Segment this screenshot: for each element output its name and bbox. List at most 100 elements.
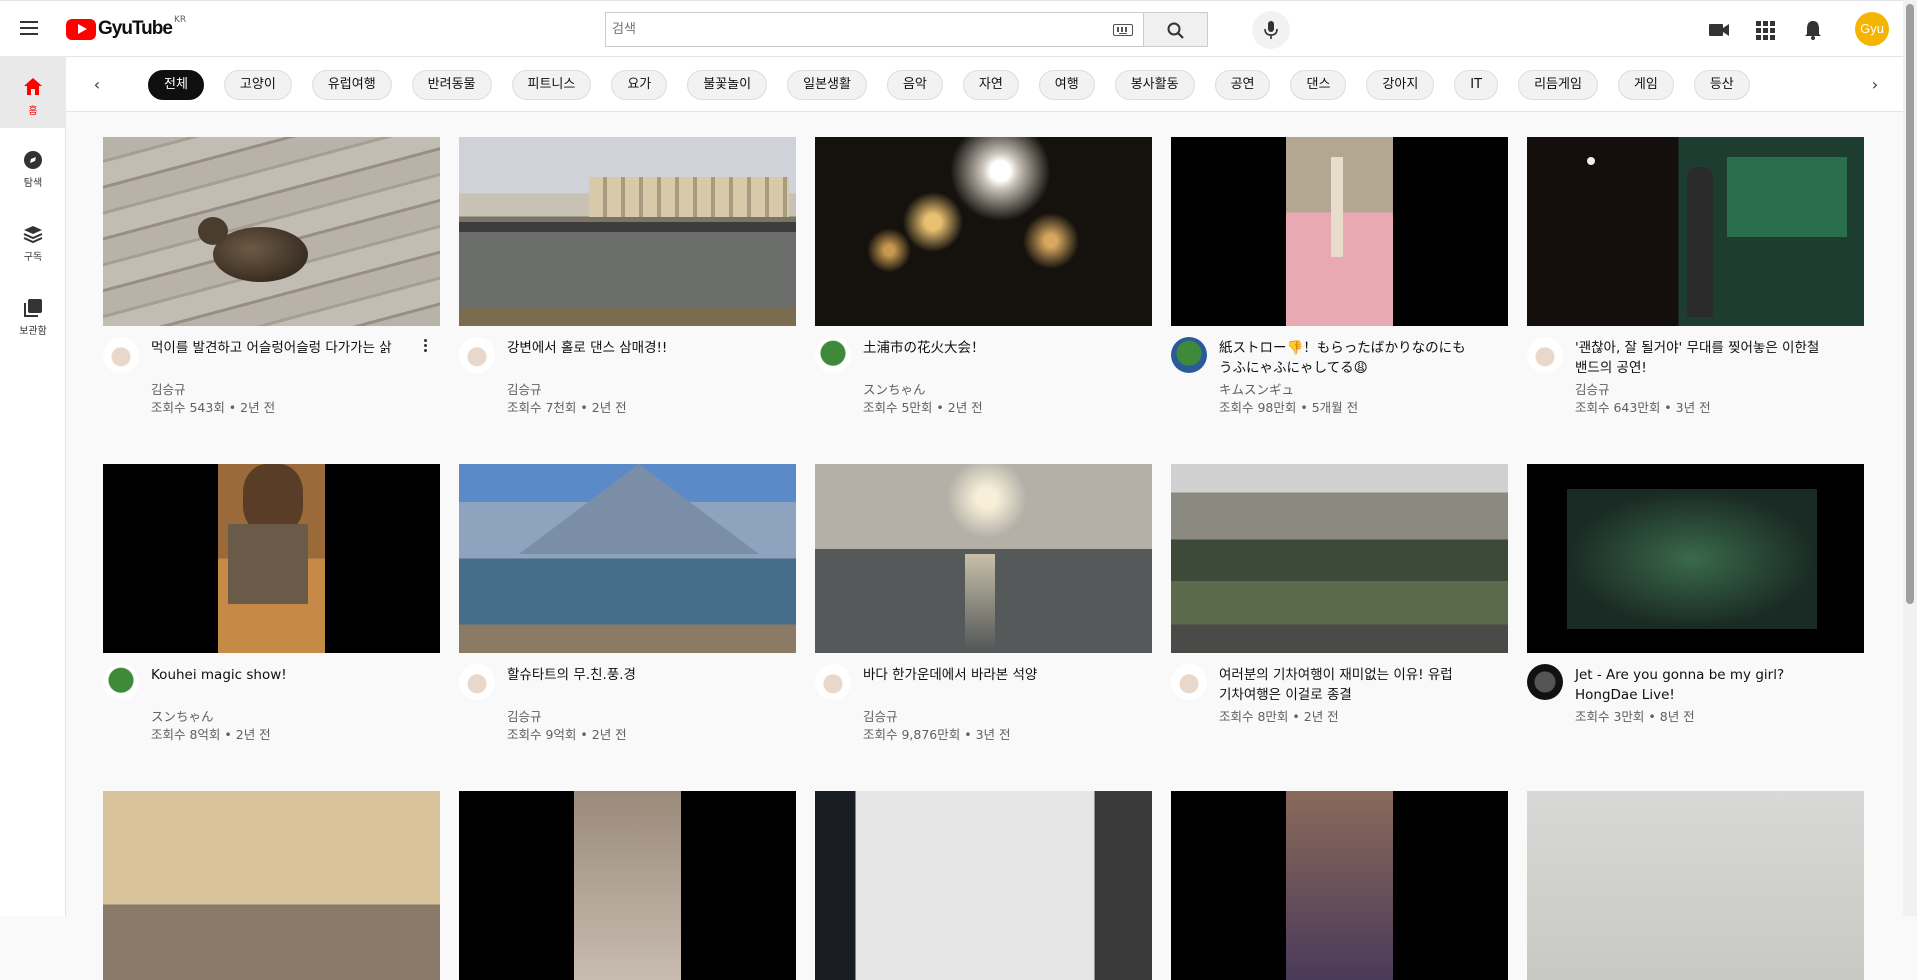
account-avatar[interactable]: Gyu (1855, 12, 1889, 46)
sidebar-item-subscriptions[interactable]: 구독 (0, 202, 66, 274)
filter-chip[interactable]: 유럽여행 (311, 70, 392, 100)
channel-name[interactable]: 김승규 (151, 379, 186, 398)
filter-chip[interactable]: 불꽃놀이 (687, 70, 768, 100)
keyboard-icon[interactable] (1113, 24, 1133, 36)
chevron-left-icon[interactable]: ‹ (85, 73, 109, 97)
sidebar-item-home[interactable]: 홈 (0, 56, 66, 128)
channel-avatar[interactable] (459, 664, 495, 700)
filter-chip[interactable]: 여행 (1038, 70, 1095, 100)
notifications-bell-icon[interactable] (1801, 18, 1825, 42)
video-thumbnail[interactable] (103, 791, 440, 980)
page-scrollbar[interactable] (1903, 0, 1917, 916)
scrollbar-thumb[interactable] (1906, 4, 1914, 604)
video-thumbnail[interactable] (815, 137, 1152, 326)
video-thumbnail[interactable] (815, 464, 1152, 653)
video-title[interactable]: 할슈타트의 무.친.풍.경 (507, 665, 757, 685)
channel-name[interactable]: スンちゃん (863, 379, 926, 398)
filter-chip[interactable]: 음악 (886, 70, 943, 100)
chevron-right-icon[interactable]: › (1863, 73, 1887, 97)
video-thumbnail[interactable] (1527, 464, 1864, 653)
filter-chip[interactable]: 강아지 (1366, 70, 1435, 100)
filter-chip[interactable]: 댄스 (1290, 70, 1347, 100)
apps-icon[interactable] (1753, 18, 1777, 42)
voice-search-button[interactable] (1252, 11, 1290, 49)
filter-chip[interactable]: 고양이 (223, 70, 292, 100)
filter-chip[interactable]: 게임 (1617, 70, 1674, 100)
sidebar-item-label: 보관함 (19, 326, 47, 337)
channel-name[interactable]: キムスンギュ (1219, 379, 1294, 398)
channel-avatar[interactable] (1527, 664, 1563, 700)
more-options-icon[interactable] (421, 337, 429, 357)
video-thumbnail[interactable] (459, 791, 796, 980)
sidebar-item-explore[interactable]: 탐색 (0, 128, 66, 200)
create-video-icon[interactable] (1707, 18, 1731, 42)
video-thumbnail[interactable] (1171, 137, 1508, 326)
channel-avatar[interactable] (459, 337, 495, 373)
video-thumbnail[interactable] (459, 464, 796, 653)
logo[interactable]: GyuTube KR (66, 15, 186, 40)
video-thumbnail[interactable] (459, 137, 796, 326)
filter-chip[interactable]: 반려동물 (411, 70, 492, 100)
filter-chip[interactable]: 자연 (962, 70, 1019, 100)
video-thumbnail[interactable] (103, 464, 440, 653)
search-bar (605, 12, 1208, 47)
filter-chip[interactable]: 리듬게임 (1518, 70, 1598, 100)
search-input[interactable] (606, 13, 1086, 46)
video-title[interactable]: 여러분의 기차여행이 재미없는 이유! 유럽 기차여행은 이걸로 종결 (1219, 665, 1469, 705)
filter-chip[interactable]: 일본생활 (787, 70, 867, 100)
video-stats: 조회수 5만회 • 2년 전 (863, 400, 983, 415)
video-title[interactable]: 紙ストロー👎！もらったばかりなのにもうふにゃふにゃしてる😩 (1219, 338, 1469, 378)
channel-name[interactable]: 김승규 (507, 379, 542, 398)
video-card: 바다 한가운데에서 바라본 석양 김승규 조회수 9,876만회 • 3년 전 (815, 464, 1152, 764)
filter-chip[interactable]: 전체 (148, 70, 204, 100)
video-thumbnail[interactable] (815, 791, 1152, 980)
video-card: 먹이를 발견하고 어슬렁어슬렁 다가가는 삵 김승규 조회수 543회 • 2년… (103, 137, 440, 437)
menu-icon[interactable] (18, 18, 40, 40)
channel-avatar[interactable] (815, 337, 851, 373)
video-card (459, 791, 796, 980)
channel-name[interactable]: スンちゃん (151, 706, 214, 725)
channel-avatar[interactable] (103, 337, 139, 373)
video-title[interactable]: 土浦市の花火大会！ (863, 338, 1113, 358)
channel-name[interactable]: 김승규 (507, 706, 542, 725)
library-icon (24, 299, 42, 317)
video-thumbnail[interactable] (1171, 791, 1508, 980)
top-bar: GyuTube KR Gyu (0, 0, 1903, 56)
subscriptions-icon (23, 226, 43, 244)
channel-name[interactable]: 김승규 (1575, 379, 1610, 398)
search-icon (1167, 22, 1184, 39)
channel-name[interactable]: 김승규 (863, 706, 898, 725)
video-title[interactable]: Kouhei magic show! (151, 665, 401, 685)
video-card: 여러분의 기차여행이 재미없는 이유! 유럽 기차여행은 이걸로 종결 조회수 … (1171, 464, 1508, 764)
video-title[interactable]: 먹이를 발견하고 어슬렁어슬렁 다가가는 삵 (151, 338, 401, 358)
video-stats: 조회수 8만회 • 2년 전 (1219, 709, 1339, 724)
video-title[interactable]: Jet - Are you gonna be my girl? HongDae … (1575, 665, 1825, 705)
video-thumbnail[interactable] (1527, 791, 1864, 980)
video-card: '괜찮아, 잘 될거야' 무대를 찢어놓은 이한철밴드의 공연! 김승규 조회수… (1527, 137, 1864, 437)
filter-chip[interactable]: 요가 (611, 70, 668, 100)
channel-avatar[interactable] (103, 664, 139, 700)
search-button[interactable] (1143, 12, 1208, 47)
filter-chip[interactable]: 피트니스 (511, 70, 592, 100)
video-stats: 조회수 7천회 • 2년 전 (507, 400, 627, 415)
filter-chip[interactable]: 등산 (1693, 70, 1750, 100)
video-card: Kouhei magic show! スンちゃん 조회수 8억회 • 2년 전 (103, 464, 440, 764)
channel-avatar[interactable] (1527, 337, 1563, 373)
video-stats: 조회수 643만회 • 3년 전 (1575, 400, 1711, 415)
video-title[interactable]: 강변에서 홀로 댄스 삼매경!! (507, 338, 757, 358)
channel-avatar[interactable] (1171, 337, 1207, 373)
filter-chip[interactable]: IT (1454, 70, 1499, 100)
channel-avatar[interactable] (1171, 664, 1207, 700)
video-thumbnail[interactable] (103, 137, 440, 326)
channel-avatar[interactable] (815, 664, 851, 700)
video-stats: 조회수 98만회 • 5개월 전 (1219, 400, 1359, 415)
sidebar-item-label: 탐색 (23, 178, 43, 189)
filter-chip[interactable]: 봉사활동 (1114, 70, 1195, 100)
video-thumbnail[interactable] (1171, 464, 1508, 653)
video-title[interactable]: 바다 한가운데에서 바라본 석양 (863, 665, 1113, 685)
video-thumbnail[interactable] (1527, 137, 1864, 326)
filter-chip[interactable]: 공연 (1214, 70, 1271, 100)
video-card: 紙ストロー👎！もらったばかりなのにもうふにゃふにゃしてる😩 キムスンギュ 조회수… (1171, 137, 1508, 437)
sidebar-item-library[interactable]: 보관함 (0, 276, 66, 348)
video-title[interactable]: '괜찮아, 잘 될거야' 무대를 찢어놓은 이한철밴드의 공연! (1575, 338, 1825, 378)
